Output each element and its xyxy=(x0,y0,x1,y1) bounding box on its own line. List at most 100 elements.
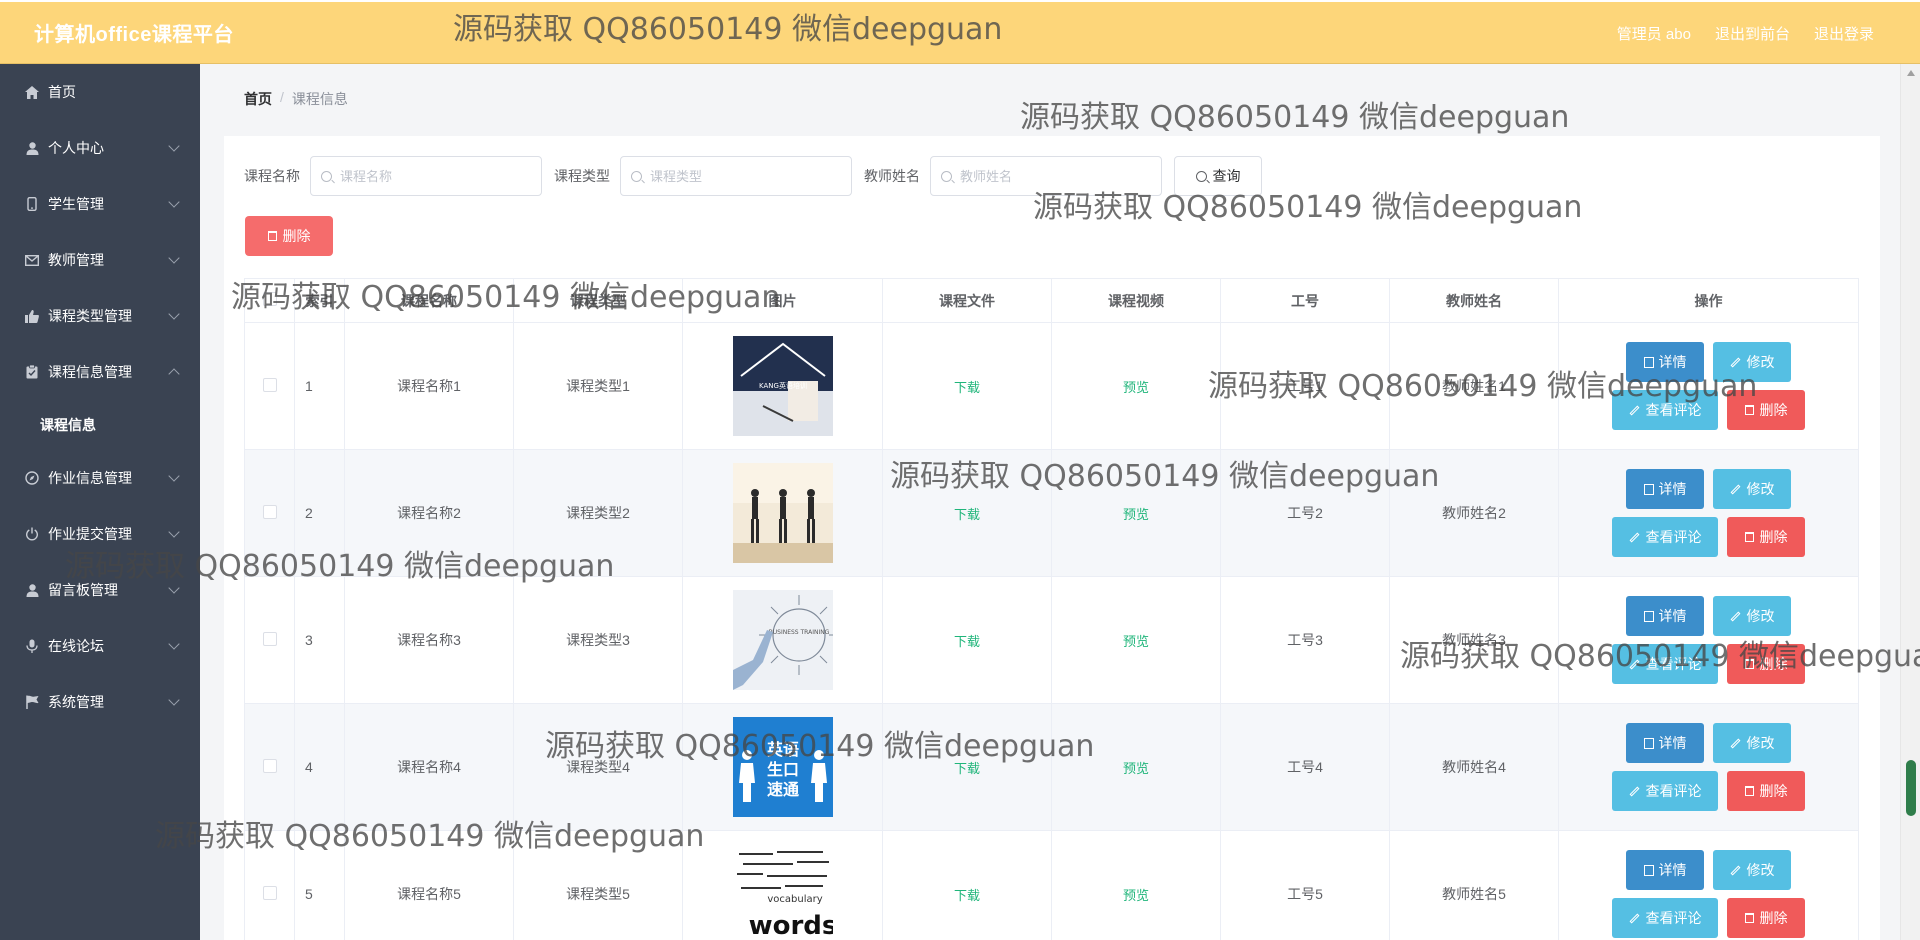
select-all-checkbox[interactable] xyxy=(262,292,277,306)
sidebar-item-messages[interactable]: 留言板管理 xyxy=(0,562,200,618)
trash-icon xyxy=(1744,659,1754,669)
chevron-down-icon xyxy=(168,582,180,594)
chevron-up-icon xyxy=(168,368,180,380)
delete-button[interactable]: 删除 xyxy=(1727,771,1805,811)
sidebar-item-submissions[interactable]: 作业提交管理 xyxy=(0,506,200,562)
detail-button[interactable]: 详情 xyxy=(1626,850,1704,890)
row-teacher-name: 教师姓名1 xyxy=(1389,322,1559,450)
action-group: 详情 修改 查看评论 删除 xyxy=(1559,850,1858,938)
row-course-file[interactable]: 下载 xyxy=(882,576,1052,704)
detail-button[interactable]: 详情 xyxy=(1626,342,1704,382)
sidebar-item-course-info[interactable]: 课程信息管理 xyxy=(0,344,200,400)
page-scrollbar[interactable] xyxy=(1900,64,1920,940)
user-icon xyxy=(24,140,40,156)
delete-label: 删除 xyxy=(1759,783,1788,799)
view-comments-button[interactable]: 查看评论 xyxy=(1612,771,1718,811)
row-course-file[interactable]: 下载 xyxy=(882,449,1052,577)
view-comments-button[interactable]: 查看评论 xyxy=(1612,898,1718,938)
row-checkbox[interactable] xyxy=(262,758,277,773)
sidebar-item-forum[interactable]: 在线论坛 xyxy=(0,618,200,674)
delete-button[interactable]: 删除 xyxy=(1727,517,1805,557)
download-link[interactable]: 下载 xyxy=(954,507,980,522)
sidebar-item-label: 作业提交管理 xyxy=(48,526,132,542)
course-type-input[interactable] xyxy=(650,168,830,184)
document-icon xyxy=(1643,610,1654,622)
query-button[interactable]: 查询 xyxy=(1174,156,1262,196)
teacher-name-field[interactable] xyxy=(930,156,1162,196)
view-comments-button[interactable]: 查看评论 xyxy=(1612,517,1718,557)
row-course-video[interactable]: 预览 xyxy=(1051,322,1221,450)
edit-button[interactable]: 修改 xyxy=(1713,850,1791,890)
row-checkbox[interactable] xyxy=(262,631,277,646)
row-job-number: 工号4 xyxy=(1220,703,1390,831)
sidebar: 首页 个人中心 学生管理 教师管理 课程类型管理 课程信息管理 课程信息 作业信… xyxy=(0,64,200,940)
preview-link[interactable]: 预览 xyxy=(1123,507,1149,522)
row-actions: 详情 修改 查看评论 删除 xyxy=(1558,449,1859,577)
chevron-down-icon xyxy=(168,526,180,538)
download-link[interactable]: 下载 xyxy=(954,634,980,649)
preview-link[interactable]: 预览 xyxy=(1123,634,1149,649)
download-link[interactable]: 下载 xyxy=(954,380,980,395)
batch-delete-label: 删除 xyxy=(282,228,311,244)
row-checkbox[interactable] xyxy=(262,504,277,519)
column-header-course-video: 课程视频 xyxy=(1051,278,1221,323)
preview-link[interactable]: 预览 xyxy=(1123,761,1149,776)
sidebar-item-assignments[interactable]: 作业信息管理 xyxy=(0,450,200,506)
download-link[interactable]: 下载 xyxy=(954,888,980,903)
row-course-video[interactable]: 预览 xyxy=(1051,830,1221,940)
row-course-video[interactable]: 预览 xyxy=(1051,576,1221,704)
row-course-name: 课程名称5 xyxy=(344,830,514,940)
thumbs-up-icon xyxy=(24,308,40,324)
sidebar-item-system[interactable]: 系统管理 xyxy=(0,674,200,730)
delete-button[interactable]: 删除 xyxy=(1727,644,1805,684)
row-checkbox[interactable] xyxy=(262,885,277,900)
batch-delete-button[interactable]: 删除 xyxy=(245,216,333,256)
row-course-type: 课程类型2 xyxy=(513,449,683,577)
sidebar-item-profile[interactable]: 个人中心 xyxy=(0,120,200,176)
trash-icon xyxy=(1744,786,1754,796)
row-course-name: 课程名称2 xyxy=(344,449,514,577)
scroll-up-icon[interactable] xyxy=(1907,70,1915,76)
detail-button[interactable]: 详情 xyxy=(1626,723,1704,763)
view-comments-button[interactable]: 查看评论 xyxy=(1612,390,1718,430)
detail-button[interactable]: 详情 xyxy=(1626,596,1704,636)
breadcrumb: 首页 / 课程信息 xyxy=(244,89,348,109)
sidebar-item-students[interactable]: 学生管理 xyxy=(0,176,200,232)
row-course-file[interactable]: 下载 xyxy=(882,830,1052,940)
row-course-file[interactable]: 下载 xyxy=(882,322,1052,450)
edit-button[interactable]: 修改 xyxy=(1713,723,1791,763)
edit-label: 修改 xyxy=(1746,481,1775,497)
column-header-select xyxy=(244,278,295,323)
sidebar-item-teachers[interactable]: 教师管理 xyxy=(0,232,200,288)
back-to-frontend-link[interactable]: 退出到前台 xyxy=(1715,23,1790,44)
row-course-video[interactable]: 预览 xyxy=(1051,703,1221,831)
sidebar-item-home[interactable]: 首页 xyxy=(0,64,200,120)
detail-button[interactable]: 详情 xyxy=(1626,469,1704,509)
row-index: 2 xyxy=(294,449,345,577)
course-type-field[interactable] xyxy=(620,156,852,196)
table-row: 2 课程名称2 课程类型2 下载 预览 工号2 教师姓名2 详情 修改 查看评论… xyxy=(244,449,1859,577)
edit-button[interactable]: 修改 xyxy=(1713,596,1791,636)
logout-link[interactable]: 退出登录 xyxy=(1814,23,1874,44)
view-comments-button[interactable]: 查看评论 xyxy=(1612,644,1718,684)
course-name-field[interactable] xyxy=(310,156,542,196)
teacher-name-input[interactable] xyxy=(960,168,1140,184)
edit-button[interactable]: 修改 xyxy=(1713,469,1791,509)
sidebar-item-course-types[interactable]: 课程类型管理 xyxy=(0,288,200,344)
sidebar-subitem-label: 课程信息 xyxy=(40,417,96,433)
preview-link[interactable]: 预览 xyxy=(1123,888,1149,903)
document-icon xyxy=(1643,356,1654,368)
sidebar-subitem-course-info[interactable]: 课程信息 xyxy=(0,400,200,450)
row-checkbox[interactable] xyxy=(262,377,277,392)
course-name-input[interactable] xyxy=(340,168,520,184)
row-course-file[interactable]: 下载 xyxy=(882,703,1052,831)
preview-link[interactable]: 预览 xyxy=(1123,380,1149,395)
delete-button[interactable]: 删除 xyxy=(1727,898,1805,938)
delete-button[interactable]: 删除 xyxy=(1727,390,1805,430)
breadcrumb-home[interactable]: 首页 xyxy=(244,89,272,109)
edit-button[interactable]: 修改 xyxy=(1713,342,1791,382)
main-content: 首页 / 课程信息 课程名称 课程类型 教师姓名 查询 xyxy=(200,64,1900,940)
download-link[interactable]: 下载 xyxy=(954,761,980,776)
scrollbar-thumb[interactable] xyxy=(1906,760,1916,816)
row-course-video[interactable]: 预览 xyxy=(1051,449,1221,577)
